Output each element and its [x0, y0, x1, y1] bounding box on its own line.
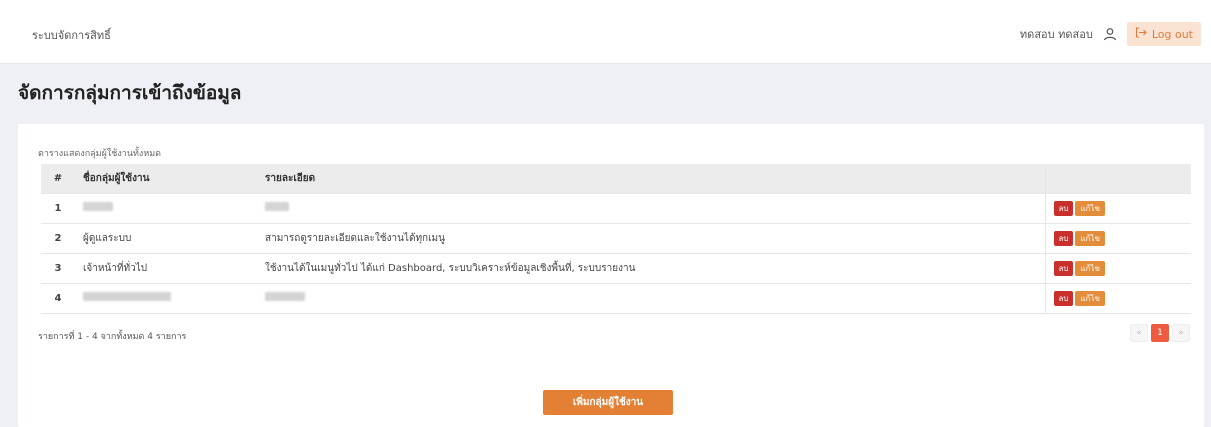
app-brand[interactable]: ระบบจัดการสิทธิ์ — [32, 26, 111, 44]
group-name-redacted — [75, 282, 257, 314]
row-actions: ลบ แก้ไข — [1044, 252, 1191, 283]
edit-button[interactable]: แก้ไข — [1075, 230, 1105, 246]
redacted-text — [265, 202, 289, 211]
column-header-number: # — [53, 172, 63, 184]
logout-label: Log out — [1151, 27, 1193, 41]
delete-button[interactable]: ลบ — [1053, 260, 1074, 276]
top-navbar: ระบบจัดการสิทธิ์ ทดสอบ ทดสอบ Log out — [0, 0, 1211, 64]
row-actions: ลบ แก้ไข — [1044, 282, 1191, 314]
column-header-description: รายละเอียด — [265, 172, 316, 184]
table-row: 3 เจ้าหน้าที่ทั่วไป ใช้งานได้ในเมนูทั่วไ… — [41, 252, 1191, 283]
user-icon[interactable] — [1101, 25, 1119, 43]
group-name: เจ้าหน้าที่ทั่วไป — [75, 252, 257, 283]
table-row: 4 ลบ แก้ไข — [41, 282, 1191, 314]
redacted-text — [83, 292, 171, 301]
redacted-text — [83, 202, 113, 211]
content-card: ตารางแสดงกลุ่มผู้ใช้งานทั้งหมด # ชื่อกลุ… — [18, 124, 1204, 427]
row-number: 3 — [41, 252, 75, 283]
row-actions: ลบ แก้ไข — [1044, 192, 1191, 223]
logout-icon — [1135, 27, 1147, 41]
edit-button[interactable]: แก้ไข — [1075, 290, 1105, 306]
row-number: 2 — [41, 222, 75, 253]
row-number: 4 — [41, 282, 75, 314]
row-number: 1 — [41, 192, 75, 223]
user-groups-table: # ชื่อกลุ่มผู้ใช้งาน รายละเอียด 1 ลบ แก้ไ… — [41, 164, 1191, 314]
group-description: ใช้งานได้ในเมนูทั่วไป ได้แก่ Dashboard, … — [257, 252, 1045, 283]
delete-button[interactable]: ลบ — [1053, 290, 1074, 306]
column-header-actions — [1044, 164, 1191, 193]
group-description: สามารถดูรายละเอียดและใช้งานได้ทุกเมนู — [257, 222, 1045, 253]
add-user-group-button[interactable]: เพิ่มกลุ่มผู้ใช้งาน — [543, 390, 673, 415]
pagination-prev[interactable]: « — [1130, 324, 1148, 342]
page-title: จัดการกลุ่มการเข้าถึงข้อมูล — [18, 82, 242, 104]
column-header-group-name: ชื่อกลุ่มผู้ใช้งาน — [83, 172, 150, 184]
row-actions: ลบ แก้ไข — [1044, 222, 1191, 253]
table-header-row: # ชื่อกลุ่มผู้ใช้งาน รายละเอียด — [41, 164, 1191, 193]
delete-button[interactable]: ลบ — [1053, 230, 1074, 246]
pagination-page-current[interactable]: 1 — [1151, 324, 1169, 342]
user-name: ทดสอบ ทดสอบ — [1019, 28, 1093, 41]
group-name-redacted — [75, 192, 257, 223]
pagination: « 1 » — [1130, 324, 1190, 342]
edit-button[interactable]: แก้ไข — [1075, 260, 1105, 276]
group-description-redacted — [257, 282, 1045, 314]
user-area: ทดสอบ ทดสอบ Log out — [1020, 22, 1201, 46]
pagination-next[interactable]: » — [1172, 324, 1190, 342]
group-description-redacted — [257, 192, 1045, 223]
records-summary: รายการที่ 1 - 4 จากทั้งหมด 4 รายการ — [38, 332, 187, 342]
delete-button[interactable]: ลบ — [1053, 200, 1074, 216]
logout-button[interactable]: Log out — [1126, 22, 1201, 46]
group-name: ผู้ดูแลระบบ — [75, 222, 257, 253]
redacted-text — [265, 292, 305, 301]
table-caption: ตารางแสดงกลุ่มผู้ใช้งานทั้งหมด — [38, 149, 162, 159]
table-row: 1 ลบ แก้ไข — [41, 192, 1191, 223]
table-row: 2 ผู้ดูแลระบบ สามารถดูรายละเอียดและใช้งา… — [41, 222, 1191, 253]
edit-button[interactable]: แก้ไข — [1075, 200, 1105, 216]
